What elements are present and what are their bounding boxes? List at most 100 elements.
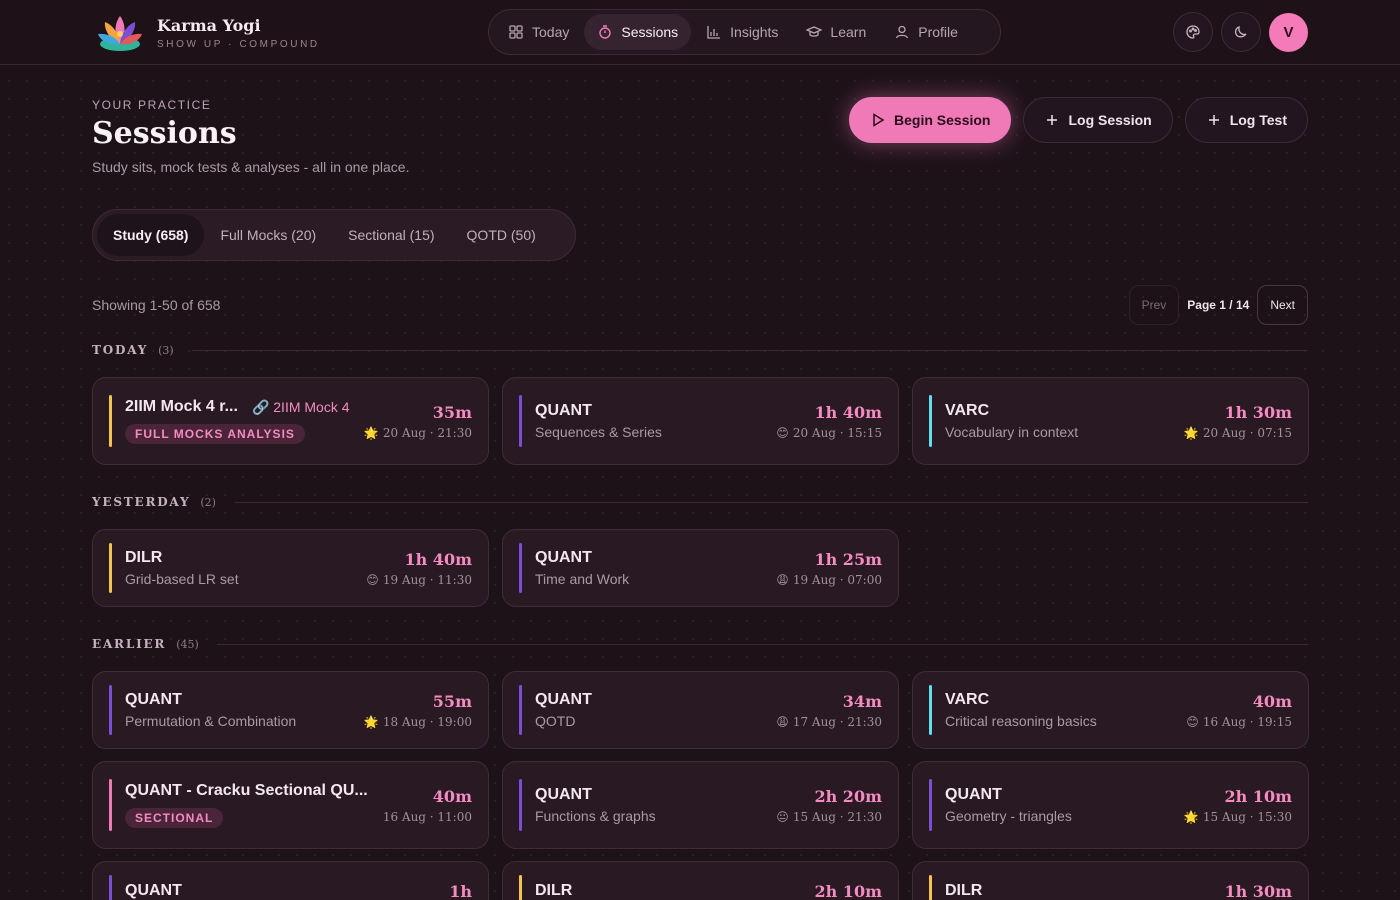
session-datetime: 18 Aug · 19:00 [382, 714, 472, 729]
session-meta: 😩 19 Aug · 07:00 [776, 573, 882, 587]
session-card[interactable]: DILR 2h 10m [502, 861, 899, 900]
session-card-grid: DILR Grid-based LR set 1h 40m 😊 19 Aug · 11:… [92, 529, 1308, 607]
session-section-yesterday: YESTERDAY (2) DILR Grid-based LR set 1h 40m 😊… [92, 492, 1308, 607]
session-card[interactable]: VARC Vocabulary in context 1h 30m 🌟 20 Aug ·… [912, 377, 1309, 465]
session-datetime: 19 Aug · 11:30 [382, 572, 472, 587]
main-nav: Today Sessions Insights Learn Profile [488, 9, 1001, 55]
session-datetime: 20 Aug · 21:30 [382, 425, 472, 440]
palette-icon [1186, 25, 1200, 39]
card-title: VARC [945, 402, 990, 419]
section-count: (45) [176, 637, 199, 651]
session-card[interactable]: QUANT Geometry - triangles 2h 10m 🌟 15 Aug ·… [912, 761, 1309, 849]
card-stats: 1h 40m 😊 19 Aug · 11:30 [366, 550, 472, 587]
session-meta: 😐 15 Aug · 21:30 [776, 810, 882, 824]
page-actions: Begin Session Log Session Log Test [849, 97, 1308, 143]
session-card[interactable]: DILR 1h 30m [912, 861, 1309, 900]
session-card[interactable]: QUANT - Cracku Sectional QU... SECTIONAL 4… [92, 761, 489, 849]
session-meta: 😊 16 Aug · 19:15 [1186, 715, 1292, 729]
section-header: TODAY (3) [92, 340, 1308, 360]
session-card[interactable]: QUANT Permutation & Combination 55m 🌟 18 Aug… [92, 671, 489, 749]
subject-color-bar [519, 779, 522, 831]
theme-toggle-button[interactable] [1221, 12, 1261, 52]
card-title: QUANT [125, 882, 182, 899]
session-duration: 2h 10m [814, 881, 882, 900]
nav-sessions[interactable]: Sessions [584, 14, 692, 50]
card-topic: QOTD [535, 713, 576, 729]
session-card[interactable]: 2IIM Mock 4 r... 🔗 2IIM Mock 4 FULL MOCKS … [92, 377, 489, 465]
session-card[interactable]: QUANT Sequences & Series 1h 40m 😊 20 Aug · 1… [502, 377, 899, 465]
brand-tagline: SHOW UP · COMPOUND [157, 38, 320, 50]
begin-session-label: Begin Session [894, 112, 991, 128]
page-indicator: Page 1 / 14 [1187, 298, 1250, 312]
nav-profile[interactable]: Profile [881, 14, 971, 50]
card-title-row: QUANT [535, 402, 776, 420]
plus-icon [1208, 115, 1219, 125]
plus-icon [1047, 115, 1058, 125]
linked-test-label: 2IIM Mock 4 [273, 398, 350, 415]
session-meta: 16 Aug · 11:00 [383, 810, 472, 824]
nav-learn[interactable]: Learn [793, 14, 879, 50]
begin-session-button[interactable]: Begin Session [849, 97, 1012, 143]
card-title-row: QUANT [535, 549, 776, 567]
card-title-row: QUANT [125, 882, 449, 900]
card-info: VARC Critical reasoning basics [945, 691, 1186, 729]
card-stats: 1h 25m 😩 19 Aug · 07:00 [776, 550, 882, 587]
card-info: QUANT Functions & graphs [535, 786, 776, 824]
log-test-button[interactable]: Log Test [1184, 97, 1308, 143]
section-divider [191, 349, 1308, 351]
nav-label: Today [532, 24, 570, 40]
log-session-button[interactable]: Log Session [1023, 97, 1173, 143]
card-stats: 1h 30m 🌟 20 Aug · 07:15 [1184, 403, 1292, 440]
nav-label: Sessions [621, 24, 679, 40]
card-title: QUANT [535, 402, 592, 419]
session-card[interactable]: QUANT QOTD 34m 😩 17 Aug · 21:30 [502, 671, 899, 749]
tab-full-mocks[interactable]: Full Mocks (20) [204, 214, 332, 256]
card-title: QUANT - Cracku Sectional QU... [125, 782, 368, 799]
bar-chart-icon [707, 26, 721, 39]
graduation-cap-icon [806, 26, 823, 37]
session-card[interactable]: QUANT Time and Work 1h 25m 😩 19 Aug · 07:00 [502, 529, 899, 607]
next-page-button[interactable]: Next [1257, 285, 1308, 325]
card-info: QUANT Sequences & Series [535, 402, 776, 440]
card-info: VARC Vocabulary in context [945, 402, 1184, 440]
session-card[interactable]: DILR Grid-based LR set 1h 40m 😊 19 Aug · 11:… [92, 529, 489, 607]
session-duration: 55m [432, 691, 472, 711]
card-info: DILR [535, 882, 814, 900]
card-topic: Permutation & Combination [125, 713, 297, 729]
session-meta: 🌟 15 Aug · 15:30 [1184, 810, 1292, 824]
mood-icon: 🌟 [1183, 809, 1199, 824]
session-card[interactable]: VARC Critical reasoning basics 40m 😊 16 Aug … [912, 671, 1309, 749]
card-info: QUANT Time and Work [535, 549, 776, 587]
card-topic: Geometry - triangles [945, 808, 1072, 824]
card-title-row: QUANT [125, 691, 364, 709]
card-stats: 1h 40m 😊 20 Aug · 15:15 [776, 403, 882, 440]
session-datetime: 16 Aug · 19:15 [1202, 714, 1292, 729]
tab-qotd[interactable]: QOTD (50) [451, 214, 552, 256]
card-topic: Time and Work [535, 571, 630, 587]
section-title: TODAY [92, 343, 149, 357]
session-datetime: 20 Aug · 15:15 [792, 425, 882, 440]
mood-icon: 😊 [366, 572, 379, 587]
card-title: QUANT [945, 786, 1002, 803]
session-duration: 1h [449, 881, 472, 900]
session-card[interactable]: QUANT 1h [92, 861, 489, 900]
subject-color-bar [929, 685, 932, 735]
avatar[interactable]: V [1269, 12, 1308, 52]
section-header: YESTERDAY (2) [92, 492, 1308, 512]
brand[interactable]: Karma Yogi SHOW UP · COMPOUND [95, 10, 320, 56]
session-card[interactable]: QUANT Functions & graphs 2h 20m 😐 15 Aug · 2… [502, 761, 899, 849]
card-title-row: DILR [535, 882, 814, 900]
session-duration: 34m [842, 691, 882, 711]
tab-study[interactable]: Study (658) [97, 214, 205, 256]
linked-test-link[interactable]: 🔗 2IIM Mock 4 [252, 399, 350, 416]
mood-icon: 🌟 [363, 425, 379, 440]
session-meta: 🌟 20 Aug · 07:15 [1184, 426, 1292, 440]
nav-today[interactable]: Today [495, 14, 582, 50]
palette-button[interactable] [1173, 12, 1213, 52]
prev-page-button[interactable]: Prev [1128, 285, 1180, 325]
session-meta: 😩 17 Aug · 21:30 [776, 715, 882, 729]
nav-label: Learn [830, 24, 867, 40]
nav-insights[interactable]: Insights [693, 14, 791, 50]
tab-sectional[interactable]: Sectional (15) [332, 214, 450, 256]
section-divider [216, 643, 1308, 645]
